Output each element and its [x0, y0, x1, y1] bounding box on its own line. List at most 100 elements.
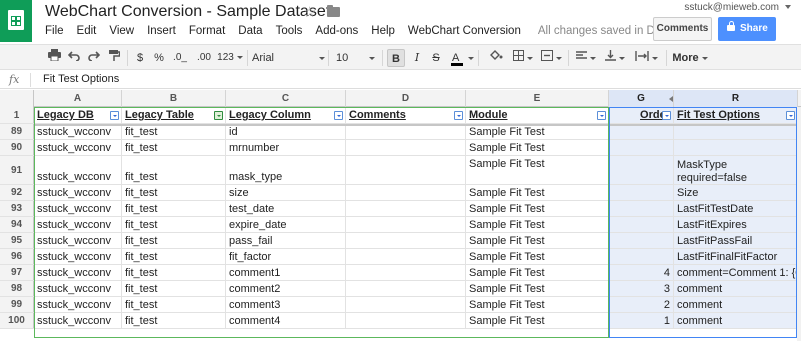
decrease-decimal-button[interactable]: .0_ [172, 49, 188, 67]
folder-icon[interactable] [327, 5, 340, 17]
header-cell-a[interactable]: Legacy DB [34, 107, 122, 123]
cell-b[interactable]: fit_test [122, 249, 226, 264]
cell-r[interactable] [674, 124, 798, 139]
star-icon[interactable]: ☆ [303, 3, 316, 21]
cell-e[interactable]: Sample Fit Test [466, 156, 609, 184]
cell-e[interactable]: Sample Fit Test [466, 313, 609, 328]
cell-c[interactable]: expire_date [226, 217, 346, 232]
cell-d[interactable] [346, 185, 466, 200]
menu-edit[interactable]: Edit [77, 25, 97, 39]
column-header-b[interactable]: B [122, 90, 226, 107]
cell-d[interactable] [346, 124, 466, 139]
header-cell-e[interactable]: Module [466, 107, 609, 123]
column-header-c[interactable]: C [226, 90, 346, 107]
user-account[interactable]: sstuck@mieweb.com [684, 2, 779, 13]
cell-b[interactable]: fit_test [122, 297, 226, 312]
cell-c[interactable]: comment2 [226, 281, 346, 296]
cell-c[interactable]: pass_fail [226, 233, 346, 248]
cell-d[interactable] [346, 297, 466, 312]
cell-g[interactable]: 3 [609, 281, 674, 296]
row-number[interactable]: 90 [0, 140, 34, 155]
menu-tools[interactable]: Tools [276, 25, 303, 39]
borders-icon[interactable] [512, 49, 534, 67]
cell-d[interactable] [346, 140, 466, 155]
cell-g[interactable] [609, 233, 674, 248]
cell-a[interactable]: sstuck_wcconv [34, 249, 122, 264]
cell-e[interactable]: Sample Fit Test [466, 265, 609, 280]
select-all-corner[interactable] [0, 90, 34, 107]
cell-c[interactable]: id [226, 124, 346, 139]
cell-b[interactable]: fit_test [122, 313, 226, 328]
cell-d[interactable] [346, 265, 466, 280]
cell-a[interactable]: sstuck_wcconv [34, 297, 122, 312]
row-number[interactable]: 94 [0, 217, 34, 232]
cell-a[interactable]: sstuck_wcconv [34, 185, 122, 200]
cell-e[interactable]: Sample Fit Test [466, 201, 609, 216]
cell-r[interactable]: comment [674, 313, 798, 328]
cell-d[interactable] [346, 233, 466, 248]
bold-button[interactable]: B [387, 49, 405, 67]
row-number[interactable]: 92 [0, 185, 34, 200]
column-header-e[interactable]: E [466, 90, 609, 107]
column-header-d[interactable]: D [346, 90, 466, 107]
cell-r[interactable]: LastFitPassFail [674, 233, 798, 248]
share-button[interactable]: Share [718, 17, 776, 41]
cell-d[interactable] [346, 249, 466, 264]
header-cell-r[interactable]: Fit Test Options [674, 107, 798, 123]
redo-icon[interactable] [86, 49, 102, 67]
italic-button[interactable]: I [410, 49, 424, 67]
paint-format-icon[interactable] [106, 49, 122, 67]
cell-d[interactable] [346, 313, 466, 328]
row-number[interactable]: 89 [0, 124, 34, 139]
font-family-dropdown[interactable]: Arial [252, 49, 325, 67]
cell-g[interactable] [609, 249, 674, 264]
text-color-dropdown[interactable]: A [449, 49, 474, 67]
cell-b[interactable]: fit_test [122, 233, 226, 248]
cell-e[interactable]: Sample Fit Test [466, 233, 609, 248]
row-number[interactable]: 100 [0, 313, 34, 328]
cell-a[interactable]: sstuck_wcconv [34, 265, 122, 280]
cell-r[interactable] [674, 140, 798, 155]
text-wrapping-icon[interactable] [632, 49, 660, 67]
cell-b[interactable]: fit_test [122, 185, 226, 200]
cell-a[interactable]: sstuck_wcconv [34, 156, 122, 184]
cell-g[interactable]: 4 [609, 265, 674, 280]
row-number[interactable]: 99 [0, 297, 34, 312]
cell-r[interactable]: LastFitExpires [674, 217, 798, 232]
filter-icon[interactable] [786, 111, 795, 120]
cell-g[interactable] [609, 217, 674, 232]
cell-a[interactable]: sstuck_wcconv [34, 313, 122, 328]
row-number[interactable]: 1 [0, 107, 34, 123]
vertical-align-icon[interactable] [603, 49, 627, 67]
menu-insert[interactable]: Insert [147, 25, 176, 39]
cell-e[interactable]: Sample Fit Test [466, 140, 609, 155]
cell-d[interactable] [346, 156, 466, 184]
cell-g[interactable] [609, 140, 674, 155]
merge-cells-icon[interactable] [540, 49, 562, 67]
formula-input[interactable]: Fit Test Options [43, 73, 119, 85]
cell-b[interactable]: fit_test [122, 156, 226, 184]
cell-r[interactable]: MaskType required=false [674, 156, 798, 184]
cell-g[interactable]: 2 [609, 297, 674, 312]
menu-webchart-conversion[interactable]: WebChart Conversion [408, 25, 521, 39]
header-cell-d[interactable]: Comments [346, 107, 466, 123]
cell-b[interactable]: fit_test [122, 217, 226, 232]
cell-r[interactable]: comment=Comment 1: {0} [674, 265, 798, 280]
column-header-r[interactable]: R [674, 90, 798, 107]
cell-g[interactable]: 1 [609, 313, 674, 328]
cell-e[interactable]: Sample Fit Test [466, 249, 609, 264]
menu-help[interactable]: Help [371, 25, 395, 39]
font-size-dropdown[interactable]: 10 [336, 49, 376, 67]
cell-b[interactable]: fit_test [122, 124, 226, 139]
more-button[interactable]: More [672, 49, 708, 67]
more-formats-dropdown[interactable]: 123 [216, 49, 244, 67]
row-number[interactable]: 98 [0, 281, 34, 296]
document-title[interactable]: WebChart Conversion - Sample Dataset [45, 3, 330, 21]
filter-icon[interactable] [110, 111, 119, 120]
cell-a[interactable]: sstuck_wcconv [34, 201, 122, 216]
cell-a[interactable]: sstuck_wcconv [34, 233, 122, 248]
header-cell-b[interactable]: Legacy Table [122, 107, 226, 123]
cell-d[interactable] [346, 201, 466, 216]
chevron-down-icon[interactable] [785, 5, 791, 9]
menu-view[interactable]: View [109, 25, 134, 39]
